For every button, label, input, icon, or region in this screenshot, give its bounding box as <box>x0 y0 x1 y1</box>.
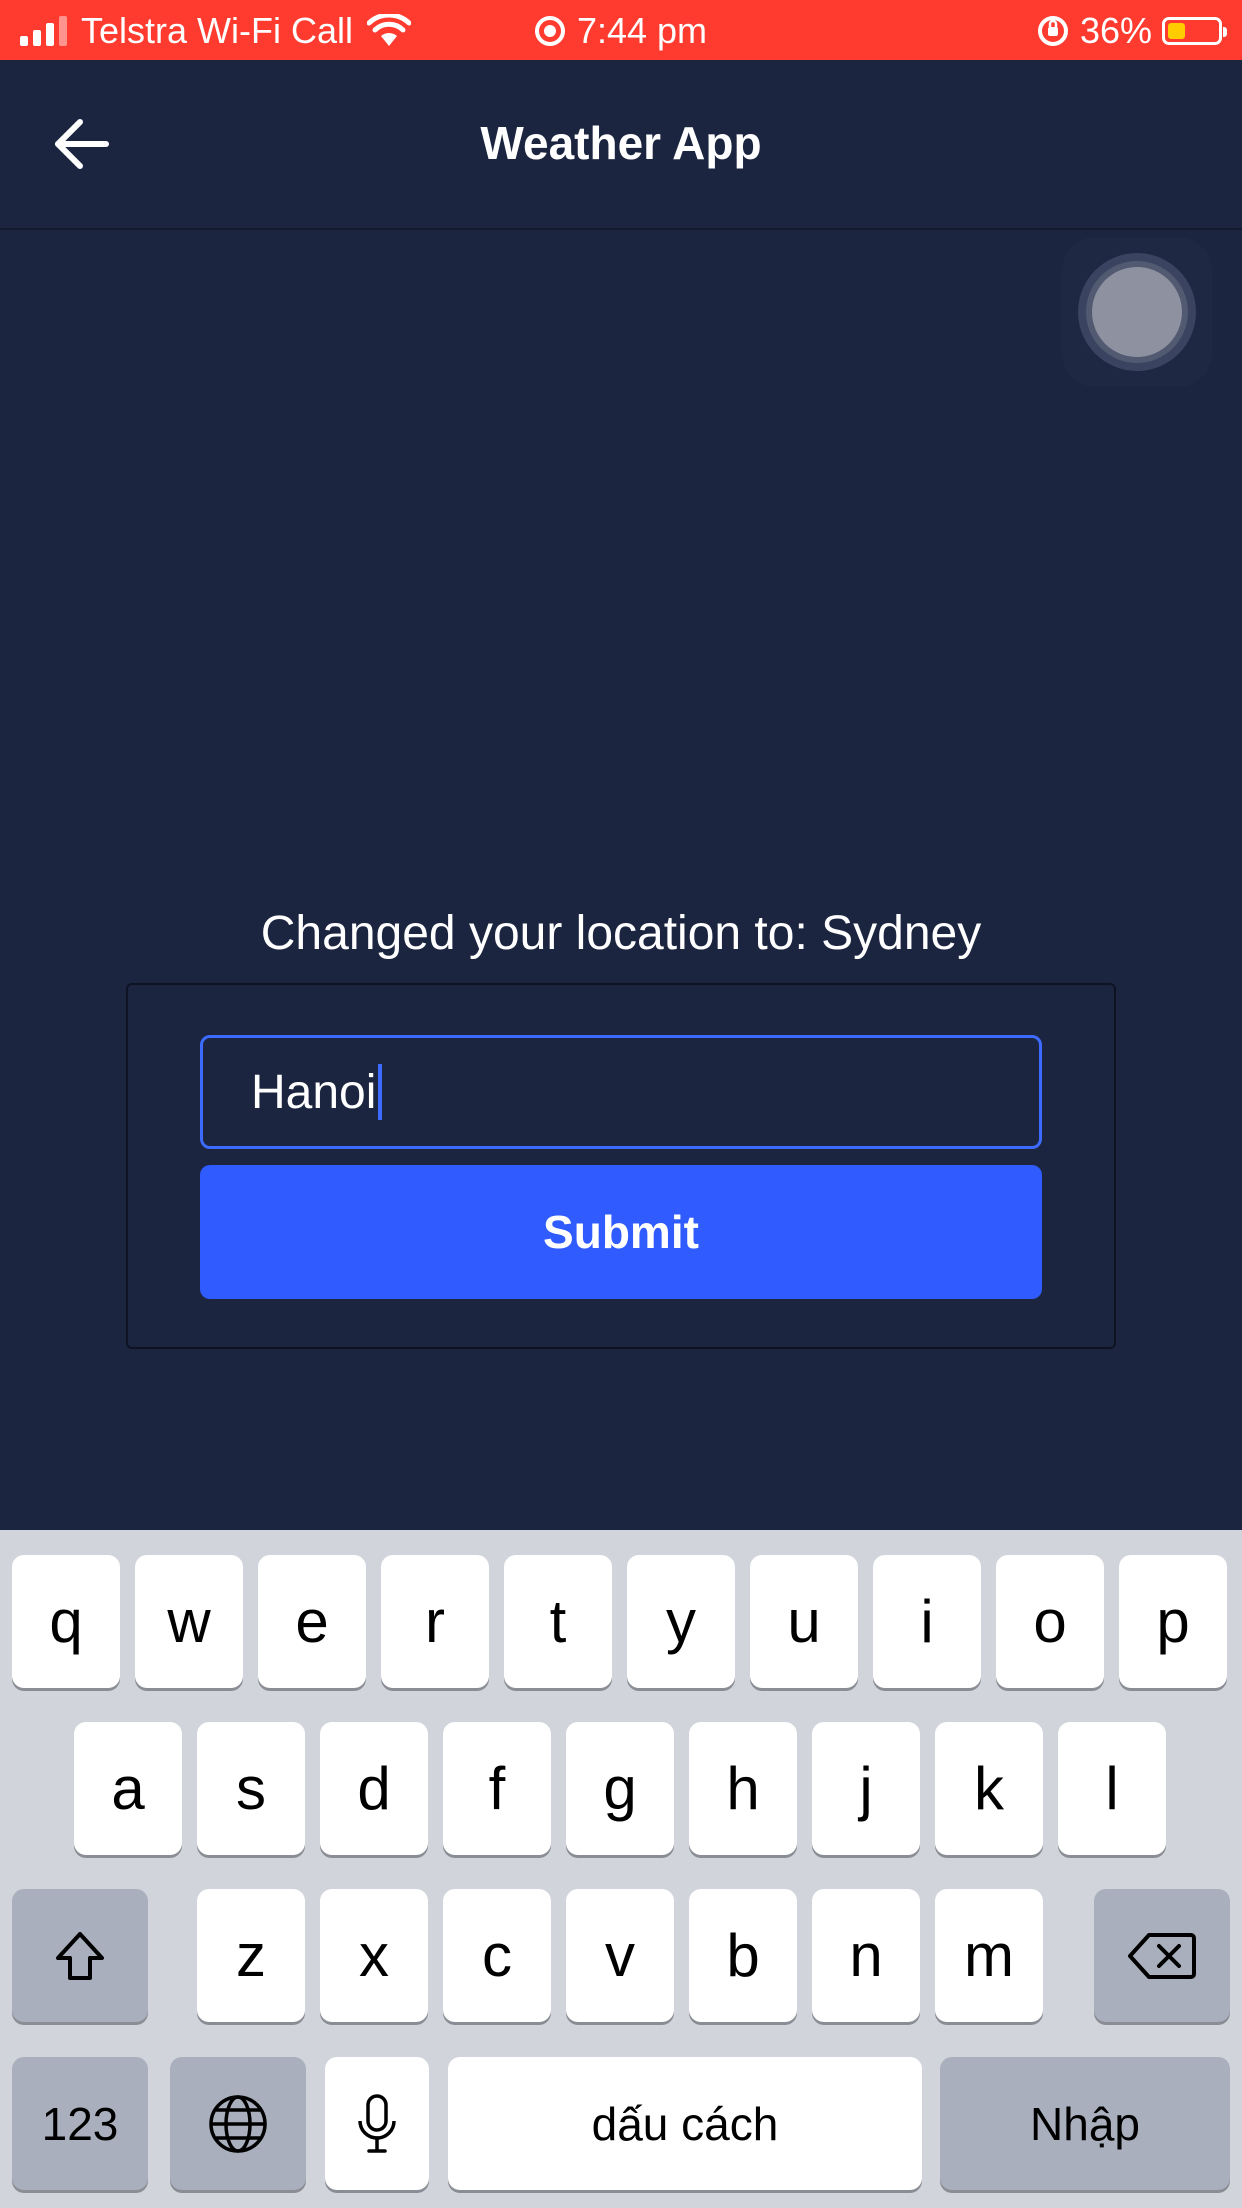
key-o[interactable]: o <box>996 1555 1104 1688</box>
microphone-icon <box>358 2093 396 2153</box>
screen-recording-icon <box>534 16 565 46</box>
location-input[interactable]: Hanoi <box>200 1035 1042 1149</box>
key-w[interactable]: w <box>135 1555 243 1688</box>
key-i[interactable]: i <box>873 1555 981 1688</box>
globe-icon <box>209 2094 267 2153</box>
shift-key[interactable] <box>12 1889 148 2022</box>
key-z[interactable]: z <box>197 1889 305 2022</box>
battery-fill <box>1168 23 1186 39</box>
key-l[interactable]: l <box>1058 1722 1166 1855</box>
key-r[interactable]: r <box>381 1555 489 1688</box>
battery-icon <box>1162 17 1227 45</box>
key-m[interactable]: m <box>935 1889 1043 2022</box>
status-right: 36% <box>1036 8 1227 54</box>
return-key[interactable]: Nhập <box>940 2057 1230 2190</box>
key-c[interactable]: c <box>443 1889 551 2022</box>
key-d[interactable]: d <box>320 1722 428 1855</box>
location-changed-message: Changed your location to: Sydney <box>260 907 982 960</box>
page-title: Weather App <box>480 117 762 169</box>
submit-button[interactable]: Submit <box>200 1165 1042 1299</box>
key-a[interactable]: a <box>74 1722 182 1855</box>
backspace-icon <box>1128 1932 1196 1979</box>
globe-key[interactable] <box>170 2057 306 2190</box>
key-g[interactable]: g <box>566 1722 674 1855</box>
key-h[interactable]: h <box>689 1722 797 1855</box>
key-u[interactable]: u <box>750 1555 858 1688</box>
assistive-touch-ring <box>1078 253 1196 371</box>
status-bar: Telstra Wi-Fi Call 7:44 pm 36% <box>0 0 1242 60</box>
nav-bar: Weather App <box>0 60 1242 230</box>
key-f[interactable]: f <box>443 1722 551 1855</box>
key-b[interactable]: b <box>689 1889 797 2022</box>
orientation-lock-icon <box>1037 16 1068 46</box>
key-n[interactable]: n <box>812 1889 920 2022</box>
key-t[interactable]: t <box>504 1555 612 1688</box>
space-key[interactable]: dấu cách <box>448 2057 922 2190</box>
key-p[interactable]: p <box>1119 1555 1227 1688</box>
key-x[interactable]: x <box>320 1889 428 2022</box>
key-s[interactable]: s <box>197 1722 305 1855</box>
keyboard: q w e r t y u i o p a s d f g h j k l z … <box>0 1530 1242 2208</box>
battery-percent: 36% <box>1079 10 1152 51</box>
key-q[interactable]: q <box>12 1555 120 1688</box>
assistive-touch-button[interactable] <box>1062 237 1212 387</box>
location-form: Hanoi Submit <box>126 983 1116 1349</box>
numbers-key[interactable]: 123 <box>12 2057 148 2190</box>
status-time: 7:44 pm <box>576 10 708 51</box>
backspace-key[interactable] <box>1094 1889 1230 2022</box>
assistive-touch-icon <box>1092 267 1182 357</box>
text-caret <box>378 1064 383 1120</box>
key-e[interactable]: e <box>258 1555 366 1688</box>
shift-icon <box>56 1931 104 1980</box>
microphone-key[interactable] <box>325 2057 429 2190</box>
key-v[interactable]: v <box>566 1889 674 2022</box>
location-input-value: Hanoi <box>251 1065 377 1119</box>
key-k[interactable]: k <box>935 1722 1043 1855</box>
key-j[interactable]: j <box>812 1722 920 1855</box>
key-y[interactable]: y <box>627 1555 735 1688</box>
